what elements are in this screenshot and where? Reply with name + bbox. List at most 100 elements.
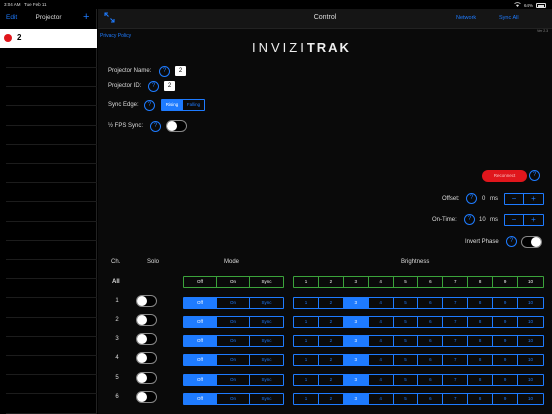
brightness-option-5[interactable]: 5 <box>394 317 419 327</box>
help-icon[interactable]: ? <box>148 81 159 92</box>
on-time-decrement-button[interactable]: − <box>505 215 524 225</box>
brightness-option-3[interactable]: 3 <box>343 336 369 346</box>
mode-option-sync[interactable]: Sync <box>250 336 283 346</box>
brightness-option-8[interactable]: 8 <box>468 394 494 404</box>
mode-option-sync[interactable]: Sync <box>250 394 283 404</box>
projector-id-field[interactable]: 2 <box>164 81 175 91</box>
brightness-option-5[interactable]: 5 <box>394 298 419 308</box>
brightness-option-9[interactable]: 9 <box>493 375 519 385</box>
solo-toggle[interactable] <box>136 333 157 345</box>
brightness-option-3[interactable]: 3 <box>344 277 369 287</box>
help-icon[interactable]: ? <box>506 236 517 247</box>
brightness-option-7[interactable]: 7 <box>443 336 469 346</box>
brightness-option-1[interactable]: 1 <box>294 375 319 385</box>
solo-toggle[interactable] <box>136 295 157 307</box>
brightness-option-6[interactable]: 6 <box>418 375 444 385</box>
brightness-option-7[interactable]: 7 <box>443 317 469 327</box>
brightness-option-1[interactable]: 1 <box>294 298 319 308</box>
on-time-increment-button[interactable]: + <box>524 215 543 225</box>
brightness-option-1[interactable]: 1 <box>294 336 319 346</box>
brightness-option-7[interactable]: 7 <box>443 375 469 385</box>
mode-option-on[interactable]: On <box>217 298 250 308</box>
brightness-option-10[interactable]: 10 <box>518 375 543 385</box>
brightness-option-3[interactable]: 3 <box>343 298 369 308</box>
brightness-option-9[interactable]: 9 <box>493 336 519 346</box>
brightness-option-4[interactable]: 4 <box>369 298 394 308</box>
brightness-option-6[interactable]: 6 <box>418 336 444 346</box>
help-icon[interactable]: ? <box>159 66 170 77</box>
brightness-option-2[interactable]: 2 <box>319 317 344 327</box>
help-icon[interactable]: ? <box>529 170 540 181</box>
brightness-option-8[interactable]: 8 <box>468 298 494 308</box>
reconnect-button[interactable]: Reconnect <box>482 170 527 182</box>
mode-option-on[interactable]: On <box>217 355 250 365</box>
projector-name-field[interactable]: 2 <box>175 66 186 76</box>
brightness-option-5[interactable]: 5 <box>394 375 419 385</box>
brightness-option-9[interactable]: 9 <box>493 277 519 287</box>
invert-phase-toggle[interactable] <box>521 236 542 248</box>
brightness-option-6[interactable]: 6 <box>418 394 444 404</box>
mode-option-on[interactable]: On <box>217 336 250 346</box>
brightness-option-3[interactable]: 3 <box>343 375 369 385</box>
brightness-option-5[interactable]: 5 <box>394 394 419 404</box>
mode-option-sync[interactable]: Sync <box>250 298 283 308</box>
mode-option-on[interactable]: On <box>217 394 250 404</box>
half-fps-toggle[interactable] <box>166 120 187 132</box>
mode-option-off[interactable]: Off <box>184 355 217 365</box>
brightness-option-4[interactable]: 4 <box>369 336 394 346</box>
brightness-option-3[interactable]: 3 <box>343 355 369 365</box>
brightness-option-9[interactable]: 9 <box>493 298 519 308</box>
brightness-option-10[interactable]: 10 <box>518 277 543 287</box>
mode-option-on[interactable]: On <box>217 375 250 385</box>
brightness-option-2[interactable]: 2 <box>319 336 344 346</box>
mode-option-off[interactable]: Off <box>184 277 217 287</box>
brightness-option-3[interactable]: 3 <box>343 317 369 327</box>
mode-option-off[interactable]: Off <box>184 298 217 308</box>
help-icon[interactable]: ? <box>150 121 161 132</box>
solo-toggle[interactable] <box>136 391 157 403</box>
brightness-option-8[interactable]: 8 <box>468 317 494 327</box>
mode-option-sync[interactable]: Sync <box>250 355 283 365</box>
brightness-option-2[interactable]: 2 <box>319 277 344 287</box>
brightness-option-1[interactable]: 1 <box>294 355 319 365</box>
brightness-option-10[interactable]: 10 <box>518 298 543 308</box>
mode-option-on[interactable]: On <box>217 277 250 287</box>
mode-option-off[interactable]: Off <box>184 375 217 385</box>
brightness-option-2[interactable]: 2 <box>319 298 344 308</box>
solo-toggle[interactable] <box>136 372 157 384</box>
brightness-option-3[interactable]: 3 <box>343 394 369 404</box>
brightness-option-6[interactable]: 6 <box>418 298 444 308</box>
mode-option-off[interactable]: Off <box>184 394 217 404</box>
brightness-option-4[interactable]: 4 <box>369 375 394 385</box>
brightness-option-4[interactable]: 4 <box>369 394 394 404</box>
brightness-option-1[interactable]: 1 <box>294 277 319 287</box>
brightness-option-6[interactable]: 6 <box>418 355 444 365</box>
brightness-option-6[interactable]: 6 <box>418 317 444 327</box>
offset-decrement-button[interactable]: − <box>505 194 524 204</box>
solo-toggle[interactable] <box>136 352 157 364</box>
solo-toggle[interactable] <box>136 314 157 326</box>
brightness-option-8[interactable]: 8 <box>468 355 494 365</box>
add-projector-button[interactable]: + <box>83 11 89 23</box>
brightness-option-1[interactable]: 1 <box>294 394 319 404</box>
projector-list-item[interactable] <box>0 29 97 48</box>
help-icon[interactable]: ? <box>144 100 155 111</box>
brightness-option-2[interactable]: 2 <box>319 355 344 365</box>
brightness-option-2[interactable]: 2 <box>319 394 344 404</box>
offset-increment-button[interactable]: + <box>524 194 543 204</box>
brightness-option-5[interactable]: 5 <box>394 277 419 287</box>
mode-option-sync[interactable]: Sync <box>250 277 283 287</box>
brightness-option-10[interactable]: 10 <box>518 355 543 365</box>
brightness-option-4[interactable]: 4 <box>369 355 394 365</box>
mode-option-off[interactable]: Off <box>184 336 217 346</box>
brightness-option-1[interactable]: 1 <box>294 317 319 327</box>
brightness-option-10[interactable]: 10 <box>518 336 543 346</box>
brightness-option-2[interactable]: 2 <box>319 375 344 385</box>
mode-option-off[interactable]: Off <box>184 317 217 327</box>
brightness-option-7[interactable]: 7 <box>443 277 469 287</box>
brightness-option-6[interactable]: 6 <box>418 277 444 287</box>
sync-all-button[interactable]: Sync All <box>499 15 519 21</box>
brightness-option-7[interactable]: 7 <box>443 355 469 365</box>
brightness-option-5[interactable]: 5 <box>394 336 419 346</box>
brightness-option-9[interactable]: 9 <box>493 394 519 404</box>
